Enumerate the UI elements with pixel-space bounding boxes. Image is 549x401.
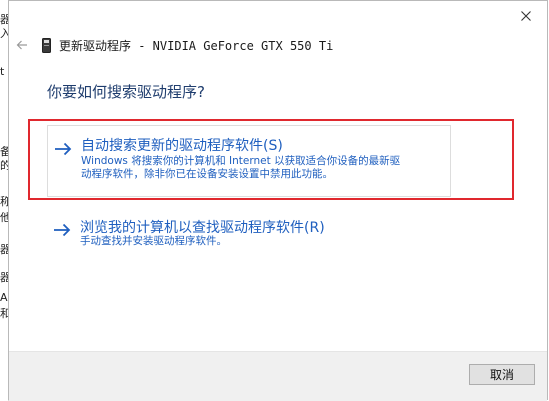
option-description: 动程序软件，除非你已在设备安装设置中禁用此功能。 bbox=[81, 168, 333, 180]
background-text: A bbox=[0, 292, 8, 304]
close-icon bbox=[521, 11, 531, 21]
option-title: 自动搜索更新的驱动程序软件(S) bbox=[81, 138, 283, 154]
cancel-button[interactable]: 取消 bbox=[469, 364, 535, 385]
back-arrow-icon bbox=[16, 40, 27, 50]
title-bar: 更新驱动程序 - NVIDIA GeForce GTX 550 Ti bbox=[15, 35, 333, 55]
background-text: 入 bbox=[0, 28, 8, 40]
dialog-footer: 取消 bbox=[9, 351, 547, 401]
option-description: 手动查找并安装驱动程序软件。 bbox=[80, 235, 227, 247]
page-heading: 你要如何搜索驱动程序? bbox=[47, 83, 205, 101]
update-driver-dialog: 更新驱动程序 - NVIDIA GeForce GTX 550 Ti 你要如何搜… bbox=[8, 0, 548, 401]
dialog-title: 更新驱动程序 - NVIDIA GeForce GTX 550 Ti bbox=[59, 38, 334, 53]
back-button[interactable] bbox=[15, 38, 29, 52]
option-description: Windows 将搜索你的计算机和 Internet 以获取适合你设备的最新驱 bbox=[81, 155, 401, 167]
background-text: 器 bbox=[0, 14, 8, 26]
background-text: 器 bbox=[0, 272, 8, 284]
background-text: 备 bbox=[0, 146, 8, 158]
browse-computer-option[interactable]: 浏览我的计算机以查找驱动程序软件(R) 手动查找并安装驱动程序软件。 bbox=[47, 215, 451, 255]
background-text: 称 bbox=[0, 196, 8, 208]
background-text: 的 bbox=[0, 160, 8, 172]
close-button[interactable] bbox=[517, 7, 535, 25]
auto-search-option[interactable]: 自动搜索更新的驱动程序软件(S) Windows 将搜索你的计算机和 Inter… bbox=[47, 125, 451, 197]
background-text: t bbox=[0, 66, 5, 78]
background-text: 和 bbox=[0, 308, 8, 320]
background-text: 他 bbox=[0, 212, 8, 224]
right-arrow-icon bbox=[54, 223, 71, 237]
option-title: 浏览我的计算机以查找驱动程序软件(R) bbox=[80, 220, 325, 236]
background-text: 器 bbox=[0, 244, 8, 256]
right-arrow-icon bbox=[55, 142, 72, 156]
device-icon bbox=[41, 37, 51, 53]
